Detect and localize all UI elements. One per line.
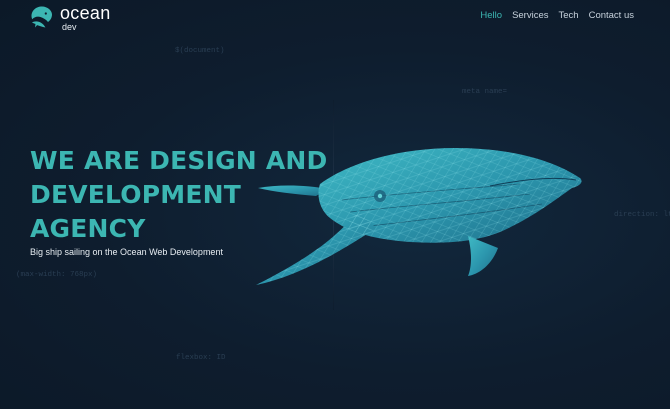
nav-item-contact-us[interactable]: Contact us — [589, 10, 634, 21]
nav-item-tech[interactable]: Tech — [559, 10, 579, 21]
brand-sub: dev — [62, 22, 77, 32]
bg-code-label: (max-width: 768px) — [16, 271, 98, 279]
hero-subtitle: Big ship sailing on the Ocean Web Develo… — [30, 247, 223, 257]
main-nav: Hello Services Tech Contact us — [480, 10, 634, 21]
nav-item-hello[interactable]: Hello — [480, 10, 502, 21]
hero-title-line: DEVELOPMENT — [30, 180, 242, 209]
hero-title-line: AGENCY — [30, 214, 146, 243]
brand-logo[interactable]: ocean dev — [30, 4, 111, 32]
whale-logo-icon — [31, 6, 52, 28]
whale-illustration — [256, 148, 582, 285]
nav-item-services[interactable]: Services — [512, 10, 548, 21]
bg-code-label: direction: ltr — [614, 211, 670, 219]
bg-code-label: $(document) — [175, 47, 225, 55]
brand-name: ocean — [60, 3, 111, 23]
bg-code-label: flexbox: ID — [176, 354, 226, 362]
brand-wordmark: ocean dev — [60, 4, 111, 32]
bg-code-label: meta name= — [462, 88, 508, 96]
